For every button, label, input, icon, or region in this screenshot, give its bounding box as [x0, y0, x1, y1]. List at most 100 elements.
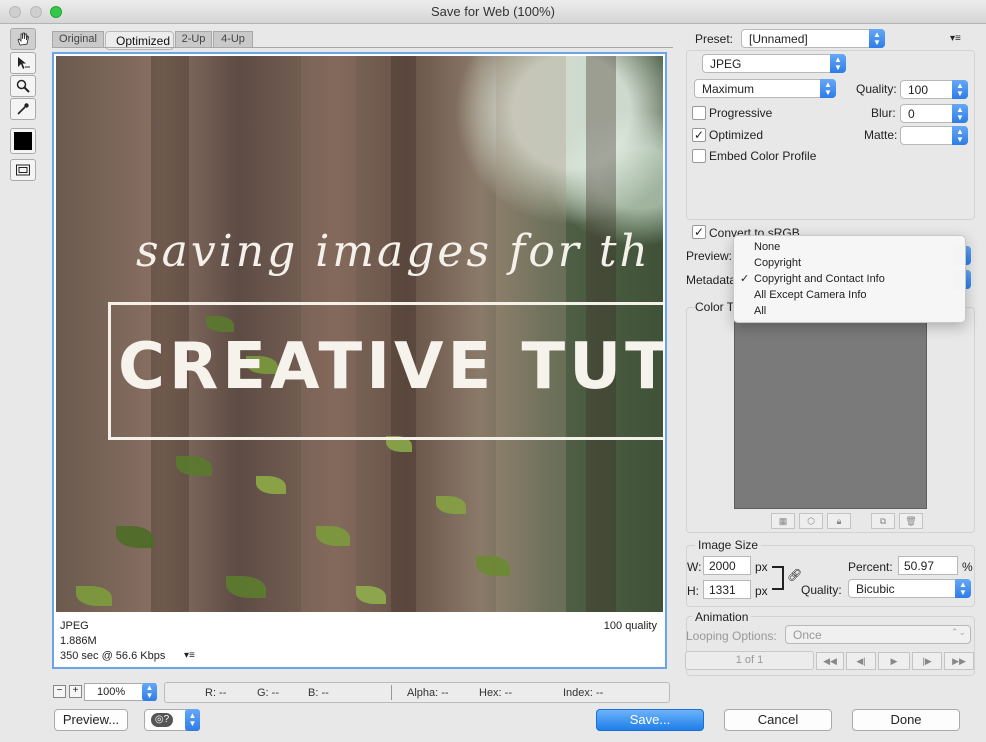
looping-options-value: Once: [793, 628, 822, 642]
done-button[interactable]: Done: [852, 709, 960, 731]
tab-original[interactable]: Original: [52, 31, 104, 47]
percent-field[interactable]: 50.97: [898, 556, 958, 575]
color-table-label: Color T: [695, 300, 738, 314]
animation-heading: Animation: [692, 610, 752, 624]
last-frame-icon[interactable]: ▶▶: [944, 652, 974, 670]
preview-label: Preview:: [686, 249, 733, 263]
embed-color-profile-label: Embed Color Profile: [709, 149, 817, 163]
zoom-out-button[interactable]: −: [53, 685, 66, 698]
chevron-up-down-icon: ▲▼: [952, 80, 968, 99]
optimized-label: Optimized: [709, 128, 764, 142]
new-color-icon[interactable]: ⧉: [871, 513, 895, 529]
preset-label: Preset:: [695, 32, 734, 46]
progressive-checkbox[interactable]: [692, 106, 706, 120]
previous-frame-icon[interactable]: ◀|: [846, 652, 876, 670]
looping-options-select[interactable]: Once ⌃⌄: [785, 625, 971, 644]
menu-item-none[interactable]: None: [734, 239, 965, 255]
preview-image[interactable]: saving images for th CREATIVE TUT: [56, 56, 663, 612]
blur-label: Blur:: [871, 106, 896, 120]
eyedropper-tool-icon[interactable]: [10, 98, 36, 120]
matte-label: Matte:: [864, 128, 898, 142]
download-options-menu-icon[interactable]: ▾≡: [184, 650, 195, 661]
preview-in-browser-button[interactable]: Preview...: [54, 709, 128, 731]
width-unit: px: [755, 560, 768, 574]
status-bar: − + 100% ▲ ▼ R: -- G: -- B: -- Alpha: -- …: [46, 682, 671, 703]
menu-item-all[interactable]: All: [734, 303, 965, 319]
link-proportions-icon[interactable]: 🔗︎: [787, 568, 802, 582]
index-readout: Index: --: [563, 687, 604, 699]
play-icon[interactable]: ▶: [878, 652, 910, 670]
frame-counter: 1 of 1: [685, 651, 814, 670]
script-headline: saving images for th: [136, 226, 651, 277]
menu-item-copyright[interactable]: Copyright: [734, 255, 965, 271]
bold-headline: CREATIVE TUT: [118, 330, 663, 404]
browser-select[interactable]: ◎? ▲ ▼: [144, 709, 200, 731]
height-label: H:: [687, 584, 699, 598]
save-button[interactable]: Save...: [596, 709, 704, 731]
height-unit: px: [755, 584, 768, 598]
zoom-tool-icon[interactable]: [10, 75, 36, 97]
height-field[interactable]: 1331: [703, 580, 751, 599]
leaf: [76, 586, 112, 606]
optimized-checkbox[interactable]: ✓: [692, 128, 706, 142]
info-download-time: 350 sec @ 56.6 Kbps: [60, 650, 166, 662]
map-transparent-icon[interactable]: ▦: [771, 513, 795, 529]
convert-srgb-checkbox[interactable]: ✓: [692, 225, 706, 239]
blur-value: 0: [908, 107, 915, 121]
embed-color-profile-checkbox[interactable]: [692, 149, 706, 163]
resample-quality-select[interactable]: Bicubic ▲ ▼: [848, 579, 971, 598]
percent-unit: %: [962, 560, 973, 574]
chevron-up-down-icon: ▲▼: [869, 29, 885, 48]
leaf: [256, 476, 286, 494]
slice-select-tool-icon[interactable]: [10, 52, 36, 74]
resample-quality-value: Bicubic: [856, 582, 895, 596]
color-table[interactable]: [734, 320, 927, 509]
width-label: W:: [687, 560, 702, 574]
tab-divider: [52, 47, 673, 48]
cancel-button[interactable]: Cancel: [724, 709, 832, 731]
optimized-preview-pane[interactable]: saving images for th CREATIVE TUT JPEG 1…: [52, 52, 667, 669]
leaf: [436, 496, 466, 514]
chevron-up-down-icon: ▲▼: [952, 104, 968, 123]
browser-select-arrows: ▲ ▼: [185, 709, 200, 731]
resample-quality-label: Quality:: [801, 583, 842, 597]
matte-select[interactable]: ▲ ▼: [900, 126, 968, 145]
alpha-readout: Alpha: --: [407, 687, 449, 699]
checkmark-icon: ✓: [740, 273, 750, 285]
zoom-level-stepper[interactable]: ▲ ▼: [142, 683, 157, 701]
chevron-up-down-icon: ▲▼: [952, 126, 968, 145]
trash-icon[interactable]: 🗑︎: [899, 513, 923, 529]
chevron-up-down-icon: ▲▼: [830, 54, 846, 73]
quality-value: 100: [908, 83, 929, 97]
menu-item-copyright-contact[interactable]: ✓ Copyright and Contact Info: [734, 271, 965, 287]
percent-label: Percent:: [848, 560, 893, 574]
info-file-size: 1.886M: [60, 635, 97, 647]
progressive-label: Progressive: [709, 106, 773, 120]
chevron-up-down-icon: ▲▼: [955, 579, 971, 598]
quality-field[interactable]: 100 ▲ ▼: [900, 80, 968, 99]
format-value: JPEG: [710, 57, 742, 71]
first-frame-icon[interactable]: ◀◀: [816, 652, 844, 670]
metadata-label: Metadata: [686, 273, 737, 287]
menu-item-all-except-camera[interactable]: All Except Camera Info: [734, 287, 965, 303]
zoom-in-button[interactable]: +: [69, 685, 82, 698]
constrain-bracket: [772, 566, 784, 590]
eyedropper-color-swatch[interactable]: [10, 128, 36, 154]
web-snap-icon[interactable]: ⬡: [799, 513, 823, 529]
readout-divider: [391, 685, 392, 700]
info-format: JPEG: [60, 620, 89, 632]
preset-select[interactable]: [Unnamed] ▲ ▼: [741, 29, 885, 48]
width-field[interactable]: 2000: [703, 556, 751, 575]
compression-select[interactable]: Maximum ▲ ▼: [694, 79, 836, 98]
image-size-heading: Image Size: [695, 538, 762, 552]
tab-4-up[interactable]: 4-Up: [213, 31, 253, 47]
blur-field[interactable]: 0 ▲ ▼: [900, 104, 968, 123]
hand-tool-icon[interactable]: [10, 28, 36, 50]
next-frame-icon[interactable]: |▶: [912, 652, 942, 670]
lock-color-icon[interactable]: 🔒︎: [827, 513, 851, 529]
toggle-slices-icon[interactable]: [10, 159, 36, 181]
tab-2-up[interactable]: 2-Up: [175, 31, 212, 47]
leaf: [116, 526, 154, 548]
format-select[interactable]: JPEG ▲ ▼: [702, 54, 846, 73]
optimize-menu-icon[interactable]: ▾≡: [950, 33, 961, 44]
